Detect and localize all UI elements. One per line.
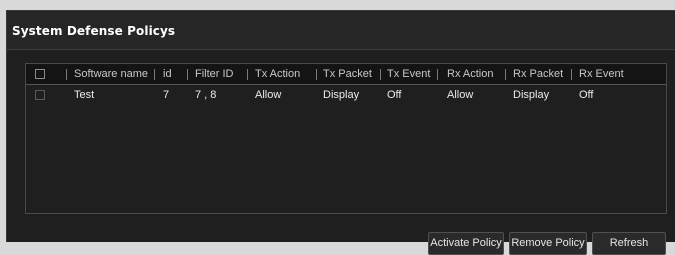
cell-id: 7 [163,89,170,101]
column-header-rx-event[interactable]: Rx Event [579,64,624,85]
column-header-id[interactable]: id [163,64,172,85]
cell-tx-action: Allow [255,89,282,101]
column-header-filter-id[interactable]: Filter ID [195,64,234,85]
remove-policy-button[interactable]: Remove Policy [509,232,587,255]
cell-rx-event: Off [579,89,594,101]
policy-panel: System Defense Policys Software name id … [6,10,675,255]
select-all-checkbox[interactable] [35,69,45,79]
column-separator [66,69,67,80]
cell-tx-packet: Display [323,89,360,101]
refresh-button[interactable]: Refresh [592,232,666,255]
cell-software-name: Test [74,89,95,101]
table-row[interactable]: Test 7 7 , 8 Allow Display Off Allow Dis… [26,85,666,106]
cell-filter-id: 7 , 8 [195,89,217,101]
column-separator [187,69,188,80]
column-header-software-name[interactable]: Software name [74,64,148,85]
column-header-tx-event[interactable]: Tx Event [387,64,430,85]
cell-tx-event: Off [387,89,402,101]
table-header-row: Software name id Filter ID Tx Action Tx … [26,64,666,85]
row-checkbox[interactable] [35,90,45,100]
column-header-rx-action[interactable]: Rx Action [447,64,493,85]
column-header-tx-action[interactable]: Tx Action [255,64,300,85]
column-header-rx-packet[interactable]: Rx Packet [513,64,563,85]
column-separator [316,69,317,80]
panel-title: System Defense Policys [12,24,176,38]
cell-rx-packet: Display [513,89,550,101]
column-header-tx-packet[interactable]: Tx Packet [323,64,372,85]
column-separator [247,69,248,80]
cell-rx-action: Allow [447,89,474,101]
column-separator [154,69,155,80]
column-separator [437,69,438,80]
activate-policy-button[interactable]: Activate Policy [428,232,504,255]
policy-table: Software name id Filter ID Tx Action Tx … [25,63,667,214]
column-separator [571,69,572,80]
panel-header: System Defense Policys [7,11,675,50]
column-separator [505,69,506,80]
column-separator [380,69,381,80]
